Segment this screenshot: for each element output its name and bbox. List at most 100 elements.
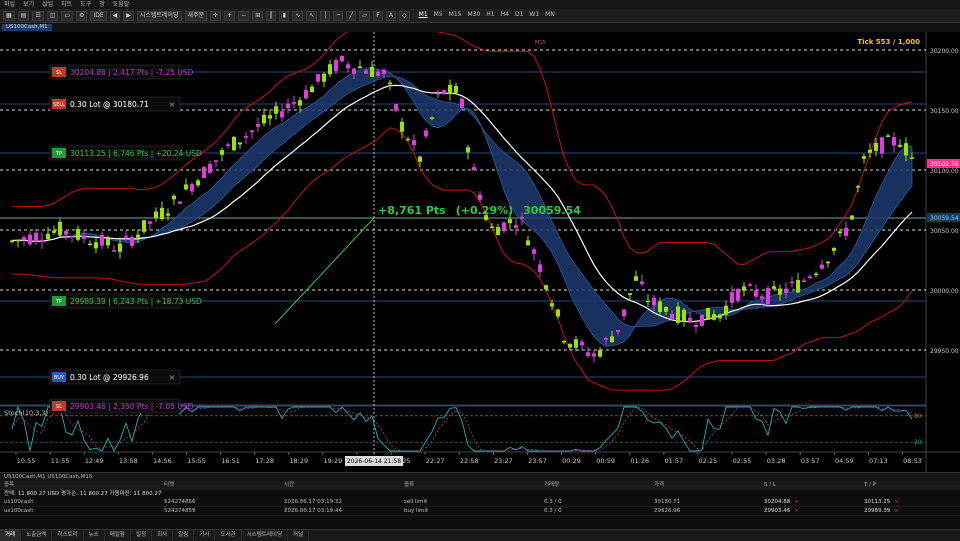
chart-area[interactable]: +8,761 Pts (+0.29%) 30059.54 Tick 553 / 1,0…	[0, 27, 960, 472]
menu-item[interactable]: 삽입	[38, 0, 57, 9]
toolbox-tab[interactable]: 거래	[0, 530, 22, 541]
menu-item[interactable]: 차트	[57, 0, 76, 9]
fibonacci-icon[interactable]: F	[372, 10, 383, 21]
timeframe-m15[interactable]: M15	[447, 11, 464, 21]
shapes-icon[interactable]: ◇	[399, 10, 410, 21]
candle-body	[22, 237, 26, 241]
timeframe-w1[interactable]: W1	[527, 11, 541, 21]
tester-icon[interactable]: ⚙	[76, 10, 88, 21]
table-cell: 0.3 / 0	[544, 499, 562, 505]
algo-trading-button[interactable]: 시스템트레이딩	[136, 10, 182, 21]
bar-chart-icon[interactable]: ║	[266, 10, 277, 21]
vertical-line-icon[interactable]: │	[320, 10, 331, 21]
remove-level-icon[interactable]: ×	[794, 508, 799, 514]
toolbox-tab[interactable]: 저널	[288, 530, 310, 541]
candle-body	[238, 142, 242, 145]
tick-counter: Tick 553 / 1,000	[857, 38, 920, 46]
zoom-out-icon[interactable]: −	[238, 10, 250, 21]
crosshair-icon[interactable]: ✛	[210, 10, 222, 21]
close-order-icon[interactable]: ×	[169, 100, 176, 109]
candle-body	[640, 281, 644, 285]
menu-item[interactable]: 창	[95, 0, 109, 9]
candle-icon[interactable]: ▮	[279, 10, 290, 21]
toolbox-tab[interactable]: 히스토리	[52, 530, 84, 541]
ide-icon[interactable]: IDE	[90, 10, 107, 21]
timeframe-mn[interactable]: MN	[543, 11, 557, 21]
order-label[interactable]: SELL 0.30 Lot @ 30180.71 ×	[49, 96, 181, 112]
navigator-icon[interactable]: ◫	[46, 10, 59, 21]
column-header[interactable]: 거래량	[540, 481, 650, 489]
candle-body	[748, 284, 752, 286]
remove-level-icon[interactable]: ×	[894, 499, 899, 505]
terminal-icon[interactable]: ▭	[61, 10, 74, 21]
candle-body	[370, 66, 374, 77]
price-chart[interactable]: +8,761 Pts (+0.29%) 30059.54 Tick 553 / 1,0…	[0, 27, 960, 472]
menu-item[interactable]: 도움말	[109, 0, 134, 9]
channel-icon[interactable]: ▱	[359, 10, 370, 21]
table-row[interactable]: us100cash 524274856 2026.06.17 03:19:32 sel…	[0, 498, 960, 507]
table-row[interactable]: us100cash 524274859 2026.06.17 03:19:44 buy…	[0, 507, 960, 516]
order-label[interactable]: TP 29989.39 | 6,243 Pts | +18.73 USD	[49, 293, 202, 309]
toolbox-tab[interactable]: 기사	[194, 530, 216, 541]
column-header[interactable]: 티켓	[160, 481, 280, 489]
time-tick-label: 00:59	[596, 457, 615, 465]
candle-body	[766, 288, 770, 304]
order-label[interactable]: SL 29903.46 | 2,350 Pts | -7.05 USD	[49, 398, 194, 414]
remove-level-icon[interactable]: ×	[894, 508, 899, 514]
order-label[interactable]: SL 30204.88 | 2,417 Pts | -7.25 USD	[49, 64, 194, 80]
market-watch-icon[interactable]: ☰	[32, 10, 44, 21]
remove-level-icon[interactable]: ×	[794, 499, 799, 505]
time-tick-label: 22:27	[426, 457, 445, 465]
candle-body	[874, 142, 878, 151]
candle-body	[754, 290, 758, 297]
forward-icon[interactable]: ▶	[123, 10, 134, 21]
toolbox-tab[interactable]: 노출금액	[21, 530, 53, 541]
line-chart-icon[interactable]: ∿	[292, 10, 304, 21]
menu-item[interactable]: 보기	[19, 0, 38, 9]
toolbox-tab[interactable]: 뉴스	[84, 530, 105, 541]
horizontal-line-icon[interactable]: ─	[333, 10, 344, 21]
toolbox-tab[interactable]: 알림	[173, 530, 195, 541]
toolbox-tab[interactable]: 회사	[152, 530, 174, 541]
timeframe-m30[interactable]: M30	[465, 11, 482, 21]
candle-body	[214, 160, 218, 162]
column-header[interactable]: 종류	[400, 481, 540, 489]
order-label-text: 30204.88 | 2,417 Pts | -7.25 USD	[70, 68, 194, 77]
toolbox-tab[interactable]: 일정	[131, 530, 153, 541]
profiles-icon[interactable]: ▤	[17, 10, 30, 21]
timeframe-m5[interactable]: M5	[432, 11, 445, 21]
candle-body	[166, 213, 170, 216]
trendline-icon[interactable]: ╱	[346, 10, 357, 21]
order-label[interactable]: TP 30113.25 | 6,746 Pts | +20.24 USD	[49, 145, 202, 161]
text-icon[interactable]: A	[385, 10, 397, 21]
timeframe-m1[interactable]: M1	[417, 11, 430, 21]
column-header[interactable]: 시간	[280, 481, 400, 489]
timeframe-bar: M1 M5 M15 M30 H1 H4 D1 W1 MN	[417, 11, 557, 21]
column-header[interactable]: 가격	[650, 481, 760, 489]
candle-body	[304, 89, 308, 99]
column-header[interactable]: S / L	[760, 481, 860, 489]
menu-item[interactable]: 파일	[0, 0, 19, 9]
back-icon[interactable]: ◀	[109, 10, 121, 21]
candle-body	[142, 220, 146, 232]
close-order-icon[interactable]: ×	[169, 373, 176, 382]
column-header[interactable]: T / P	[860, 481, 960, 489]
menu-item[interactable]: 도구	[76, 0, 95, 9]
toolbox-tab[interactable]: 시스템트레이딩	[242, 530, 289, 541]
order-label[interactable]: BUY 0.30 Lot @ 29926.96 ×	[49, 369, 181, 385]
timeframe-h4[interactable]: H4	[499, 11, 511, 21]
toolbox-tab[interactable]: 메일함	[105, 530, 131, 541]
candle-body	[46, 233, 50, 240]
new-order-button[interactable]: 새주문	[184, 10, 208, 21]
toolbox-tab[interactable]: 도서관	[215, 530, 242, 541]
tile-icon[interactable]: ⊞	[252, 10, 264, 21]
cursor-icon[interactable]: ↖	[306, 10, 318, 21]
new-chart-icon[interactable]: ▦	[3, 10, 15, 21]
chart-tab[interactable]: US100Cash,M1	[2, 24, 52, 31]
zoom-in-icon[interactable]: +	[224, 10, 236, 21]
timeframe-d1[interactable]: D1	[513, 11, 525, 21]
column-header[interactable]: 종목	[0, 481, 160, 489]
timeframe-h1[interactable]: H1	[484, 11, 496, 21]
candle-body	[298, 100, 302, 106]
candle-body	[520, 216, 524, 219]
